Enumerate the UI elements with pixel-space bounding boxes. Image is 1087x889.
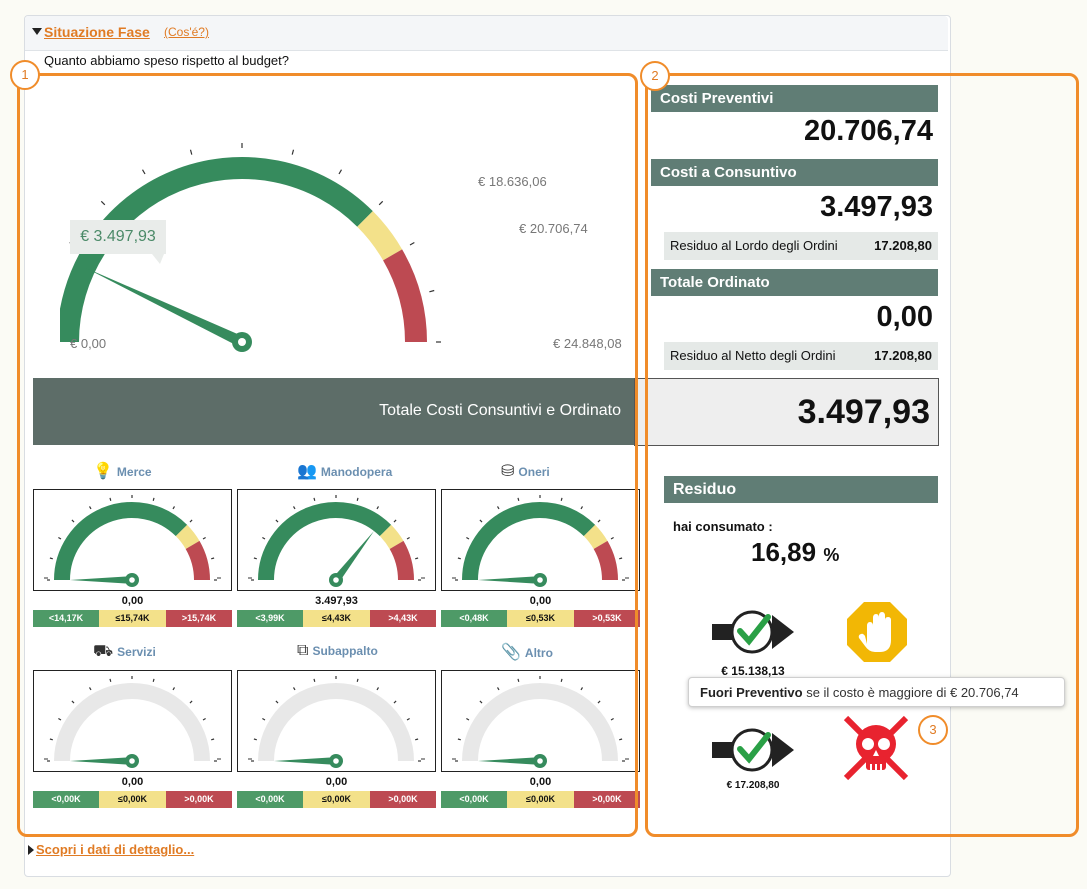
section-title[interactable]: Situazione Fase — [44, 24, 150, 40]
help-link[interactable]: (Cos'é?) — [164, 25, 209, 39]
callout-box-1 — [17, 73, 638, 837]
expand-triangle-icon[interactable] — [28, 845, 34, 855]
collapse-triangle-icon[interactable] — [32, 28, 42, 35]
callout-badge-1: 1 — [10, 60, 40, 90]
detail-link[interactable]: Scopri i dati di dettaglio... — [36, 842, 194, 857]
callout-badge-2: 2 — [640, 61, 670, 91]
callout-badge-3: 3 — [918, 715, 948, 745]
section-question: Quanto abbiamo speso rispetto al budget? — [44, 53, 290, 68]
callout-box-2 — [645, 73, 1079, 837]
